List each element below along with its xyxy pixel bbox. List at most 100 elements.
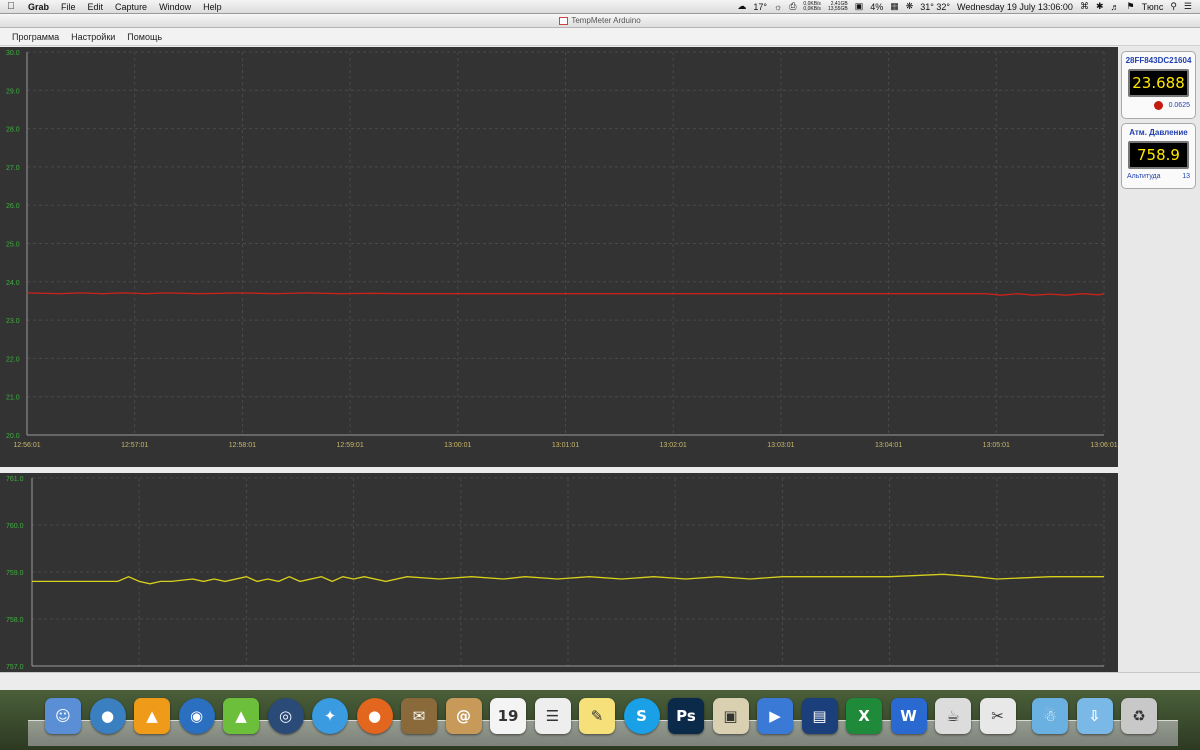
bluetooth-icon[interactable]: ✱ xyxy=(1096,1,1104,12)
y-tick-label: 26.0 xyxy=(6,203,20,210)
address-book-icon[interactable]: @ xyxy=(445,698,482,734)
menu-help[interactable]: Help xyxy=(197,2,228,12)
safari-icon[interactable]: ✦ xyxy=(312,698,348,734)
pressure-chart-svg: 761.0760.0759.0758.0757.012:56:0012:57:0… xyxy=(6,476,1118,680)
pressure-sensor-card[interactable]: Атм. Давление 758.9 Альтитуда 13 xyxy=(1121,123,1196,189)
y-tick-label: 757.0 xyxy=(6,664,24,671)
printer-icon[interactable]: ⎙ xyxy=(789,1,796,12)
battery-percent: 4% xyxy=(870,1,884,12)
fan-icon[interactable]: ❋ xyxy=(906,1,914,12)
mail-icon[interactable]: ✉ xyxy=(401,698,437,734)
brightness-icon[interactable]: ☼ xyxy=(774,2,782,12)
apple-icon[interactable]:  xyxy=(0,1,22,12)
net-speed: 0,0KB/s 0,0KB/s xyxy=(803,0,821,12)
menu-settings[interactable]: Настройки xyxy=(65,32,121,42)
menu-program[interactable]: Программа xyxy=(6,32,65,42)
y-tick-label: 21.0 xyxy=(6,395,20,402)
app-icon[interactable]: ▶ xyxy=(757,698,793,734)
preview-icon[interactable]: ▣ xyxy=(712,698,749,734)
x-tick-label: 13:01:01 xyxy=(552,442,579,449)
pressure-chart: 761.0760.0759.0758.0757.012:56:0012:57:0… xyxy=(0,473,1118,685)
y-tick-label: 758.0 xyxy=(6,617,24,624)
pressure-display: 758.9 xyxy=(1128,141,1189,169)
weather-icon[interactable]: ☁ xyxy=(737,1,746,12)
window-title: TempMeter Arduino xyxy=(571,16,641,25)
y-tick-label: 23.0 xyxy=(6,318,20,325)
x-tick-label: 12:57:01 xyxy=(121,442,148,449)
google-earth-icon[interactable]: ◉ xyxy=(178,698,215,734)
applications-folder-icon[interactable]: ☃ xyxy=(1032,698,1068,734)
flag-icon[interactable]: ⚑ xyxy=(1126,1,1134,12)
grab-icon[interactable]: ✂ xyxy=(979,698,1016,734)
downloads-folder-icon[interactable]: ⇩ xyxy=(1076,698,1113,734)
skype-icon[interactable]: S xyxy=(623,698,660,734)
x-tick-label: 13:02:01 xyxy=(660,442,687,449)
compass-icon[interactable]: ◎ xyxy=(267,698,304,734)
user-name[interactable]: Tюnc xyxy=(1142,2,1164,12)
altitude-value: 13 xyxy=(1182,173,1190,180)
finder-icon[interactable]: ☺ xyxy=(45,698,81,734)
temperature-chart: 30.0 29.0 28.0 27.0 26.0 25.0 24.0 23.0 22.0 21.0… xyxy=(0,47,1118,467)
calendar-icon[interactable]: 19 xyxy=(490,698,526,734)
y-tick-label: 29.0 xyxy=(6,88,20,95)
menu-grab[interactable]: Grab xyxy=(22,2,55,12)
y-tick-label: 20.0 xyxy=(6,433,20,440)
y-tick-label: 25.0 xyxy=(6,242,20,249)
disk-usage: 2,41GB 13,55GB xyxy=(827,0,848,12)
altitude-row: Альтитуда 13 xyxy=(1122,173,1195,180)
menu-edit[interactable]: Edit xyxy=(82,2,110,12)
scanner-icon[interactable]: ▤ xyxy=(801,698,838,734)
app-window: TempMeter Arduino Программа Настройки По… xyxy=(0,14,1200,690)
wifi-icon[interactable]: ⌘ xyxy=(1080,1,1089,12)
status-dot-icon xyxy=(1153,101,1163,110)
word-icon[interactable]: W xyxy=(890,698,927,734)
menu-capture[interactable]: Capture xyxy=(109,2,153,12)
sensor-status-row: 0.0625 xyxy=(1122,101,1195,110)
clock[interactable]: Wednesday 19 July 13:06:00 xyxy=(957,2,1073,12)
monitor-icon[interactable]: ▣ xyxy=(855,1,864,12)
photoshop-icon[interactable]: Ps xyxy=(668,698,704,734)
excel-icon[interactable]: X xyxy=(846,698,882,734)
y-tick-label: 761.0 xyxy=(6,476,24,483)
status-area: ☁ 17° ☼ ⎙ 0,0KB/s 0,0KB/s 2,41GB 13,55GB ▣… xyxy=(737,1,1200,12)
sensor-id: 28FF843DC21604 xyxy=(1125,56,1192,65)
x-tick-label: 13:04:01 xyxy=(875,442,902,449)
reminders-icon[interactable]: ☰ xyxy=(534,698,571,734)
menu-bar:  Grab File Edit Capture Window Help ☁ 1… xyxy=(0,0,1200,14)
menu-file[interactable]: File xyxy=(55,2,82,12)
app-icon xyxy=(559,16,569,25)
stickies-icon[interactable]: ✎ xyxy=(579,698,615,734)
y-tick-label: 30.0 xyxy=(6,50,20,57)
temperature-chart-svg: 30.0 29.0 28.0 27.0 26.0 25.0 24.0 23.0 22.0 21.0… xyxy=(6,50,1118,449)
disk-utility-icon[interactable]: ● xyxy=(89,698,126,734)
menu-help-ru[interactable]: Помощь xyxy=(121,32,168,42)
coffee-icon[interactable]: ☕ xyxy=(935,698,971,734)
notification-center-icon[interactable]: ☰ xyxy=(1184,1,1192,12)
sensor-resolution: 0.0625 xyxy=(1168,102,1190,109)
istat-icon[interactable]: ▲ xyxy=(134,698,170,734)
spotlight-icon[interactable]: ⚲ xyxy=(1170,1,1177,12)
calendar-day: 19 xyxy=(497,707,519,725)
cpu-icon[interactable]: ▦ xyxy=(890,1,899,12)
window-titlebar[interactable]: TempMeter Arduino xyxy=(0,14,1200,28)
temperature-readout: 31° 32° xyxy=(920,1,951,12)
main-content: 30.0 29.0 28.0 27.0 26.0 25.0 24.0 23.0 22.0 21.0… xyxy=(0,47,1200,685)
firefox-icon[interactable]: ● xyxy=(356,698,393,734)
y-tick-label: 760.0 xyxy=(6,523,24,530)
x-tick-label: 12:59:01 xyxy=(336,442,363,449)
dock: ☺ ● ▲ ◉ ▲ ◎ ✦ ● ✉ @19 ☰ ✎ S Ps ▣ ▶ ▤ X W ☕ ✂ ☃ ⇩ ♻ xyxy=(0,690,1200,750)
volume-icon[interactable]: ♬ xyxy=(1110,2,1119,12)
weather-temp: 17° xyxy=(753,1,767,12)
x-tick-label: 12:56:01 xyxy=(13,442,40,449)
y-tick-label: 28.0 xyxy=(6,127,20,134)
trash-icon[interactable]: ♻ xyxy=(1121,698,1157,734)
x-tick-label: 13:03:01 xyxy=(767,442,794,449)
x-tick-label: 13:06:01 xyxy=(1090,442,1117,449)
temperature-sensor-card[interactable]: 28FF843DC21604 23.688 0.0625 xyxy=(1121,51,1196,119)
maps-icon[interactable]: ▲ xyxy=(223,698,259,734)
y-tick-label: 27.0 xyxy=(6,165,20,172)
y-tick-label: 24.0 xyxy=(6,280,20,287)
menu-window[interactable]: Window xyxy=(153,2,197,12)
temperature-display: 23.688 xyxy=(1128,69,1189,97)
x-tick-label: 12:58:01 xyxy=(229,442,256,449)
